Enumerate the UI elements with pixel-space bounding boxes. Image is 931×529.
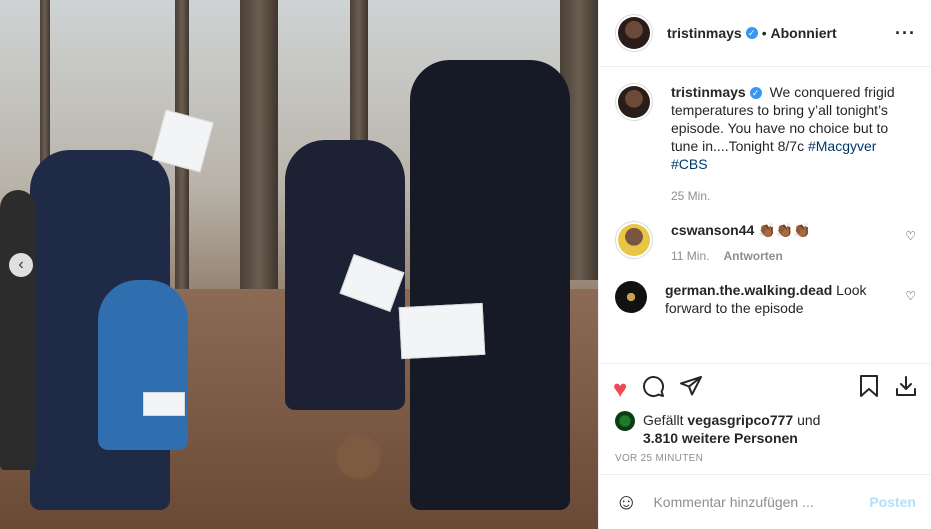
- hashtag-link[interactable]: #CBS: [671, 156, 708, 172]
- liker-avatar[interactable]: [615, 411, 635, 431]
- script-page: [143, 392, 185, 416]
- header-username[interactable]: tristinmays: [667, 25, 742, 41]
- comment-username[interactable]: cswanson44: [671, 222, 754, 238]
- avatar: [618, 86, 650, 118]
- add-comment-bar: ☺ Kommentar hinzufügen ... Posten: [599, 474, 931, 529]
- post-photo[interactable]: ‹: [0, 0, 598, 529]
- script-page: [152, 109, 214, 173]
- comments-list: tristinmays ✓ We conquered frigid tempera…: [599, 67, 931, 364]
- download-icon[interactable]: [894, 374, 918, 405]
- more-options-icon[interactable]: ···: [895, 23, 916, 44]
- comment-time[interactable]: 11 Min.: [671, 249, 709, 263]
- comment-like-heart-icon[interactable]: ♡: [905, 229, 916, 243]
- previous-photo-button[interactable]: ‹: [9, 253, 33, 277]
- script-page: [398, 302, 486, 360]
- likes-summary: Gefällt vegasgripco777 und 3.810 weitere…: [599, 405, 931, 447]
- verified-badge-icon: ✓: [745, 27, 758, 39]
- comment-row: cswanson44 👏🏾👏🏾👏🏾 11 Min. Antworten ♡: [615, 221, 916, 265]
- caption-time[interactable]: 25 Min.: [671, 189, 710, 203]
- actor-figure: [410, 60, 570, 510]
- caption-avatar[interactable]: [615, 83, 653, 121]
- comment-avatar[interactable]: [615, 281, 647, 313]
- bookmark-icon[interactable]: [858, 374, 880, 405]
- comment-icon[interactable]: [641, 374, 665, 405]
- chevron-left-icon: ‹: [18, 256, 24, 273]
- action-bar: ♥: [599, 364, 931, 405]
- likes-count-link[interactable]: 3.810 weitere Personen: [643, 430, 798, 446]
- crew-member-figure: [0, 190, 36, 470]
- crew-member-figure: [98, 280, 188, 450]
- separator-dot: •: [761, 25, 771, 41]
- comment-row: german.the.walking.dead Look forward to …: [615, 281, 916, 317]
- comment-input[interactable]: Kommentar hinzufügen ...: [653, 494, 869, 510]
- emoji-icon[interactable]: ☺: [615, 489, 637, 515]
- comment-like-heart-icon[interactable]: ♡: [905, 289, 916, 303]
- post-header: tristinmays ✓ • Abonniert ···: [599, 0, 931, 67]
- avatar: [618, 17, 650, 49]
- comment-text: 👏🏾👏🏾👏🏾: [758, 222, 811, 238]
- avatar: [618, 224, 650, 256]
- hashtag-link[interactable]: #Macgyver: [808, 138, 876, 154]
- comment-username[interactable]: german.the.walking.dead: [665, 282, 832, 298]
- paper-plane-icon[interactable]: [679, 374, 703, 405]
- caption-row: tristinmays ✓ We conquered frigid tempera…: [615, 83, 916, 205]
- reply-button[interactable]: Antworten: [723, 249, 782, 263]
- follow-status-button[interactable]: Abonniert: [771, 25, 837, 41]
- comment-avatar[interactable]: [615, 221, 653, 259]
- post-sidebar: tristinmays ✓ • Abonniert ··· tristinmay…: [598, 0, 931, 529]
- heart-filled-icon[interactable]: ♥: [613, 376, 627, 404]
- liker-username[interactable]: vegasgripco777: [687, 412, 793, 428]
- tree-trunk: [240, 0, 278, 320]
- tree-trunk: [40, 0, 50, 180]
- post-timestamp[interactable]: VOR 25 MINUTEN: [599, 447, 931, 464]
- likes-prefix: Gefällt: [643, 412, 688, 428]
- profile-avatar-ring[interactable]: [615, 14, 653, 52]
- verified-badge-icon: ✓: [749, 87, 762, 99]
- avatar: [615, 281, 647, 313]
- likes-middle: und: [793, 412, 821, 428]
- caption-username[interactable]: tristinmays: [671, 84, 746, 100]
- post-button[interactable]: Posten: [869, 494, 916, 510]
